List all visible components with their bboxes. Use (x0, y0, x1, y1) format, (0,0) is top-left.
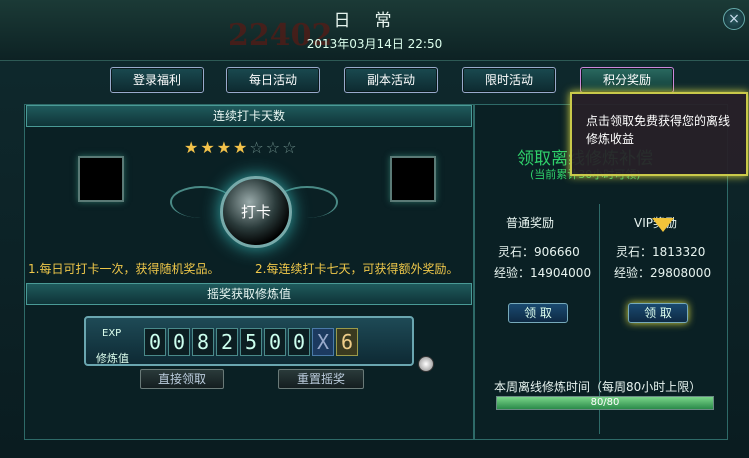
tab-points-reward[interactable]: 积分奖励 (580, 67, 674, 93)
vip-stone: 灵石：1813320 (616, 245, 706, 259)
weekly-time-label: 本周离线修炼时间（每周80小时上限） (494, 380, 702, 394)
daily-window: 22402 日常 2013年03月14日 22:50 × 登录福利 每日活动 副… (0, 0, 749, 458)
normal-stone: 灵石：906660 (498, 245, 580, 259)
tab-limited-activity[interactable]: 限时活动 (462, 67, 556, 93)
exp-digit: 5 (240, 328, 262, 356)
normal-reward-title: 普通奖励 (506, 216, 555, 230)
cultivation-label: 修炼值 (96, 352, 129, 365)
tab-daily-activity[interactable]: 每日活动 (226, 67, 320, 93)
vip-claim-button[interactable]: 领 取 (628, 303, 688, 323)
multiplier-sign: X (312, 328, 334, 356)
exp-slot-machine: EXP 修炼值 0 0 8 2 5 0 0 X 6 (84, 316, 414, 366)
star-icon: ★ (216, 138, 234, 157)
star-icon: ★ (200, 138, 217, 157)
lever-handle-icon[interactable] (418, 356, 434, 372)
progress-text: 80/80 (590, 397, 620, 408)
datetime-label: 2013年03月14日 22:50 (306, 37, 443, 51)
exp-digit: 2 (216, 328, 238, 356)
normal-exp: 经验：14904000 (494, 266, 592, 280)
reward-slot-left[interactable] (78, 156, 124, 202)
title-bar: 22402 日常 2013年03月14日 22:50 × (0, 0, 749, 61)
down-arrow-icon (652, 218, 674, 232)
reset-lottery-button[interactable]: 重置摇奖 (278, 369, 364, 389)
exp-digit: 0 (288, 328, 310, 356)
checkin-tip-1: 1.每日可打卡一次，获得随机奖品。 (28, 262, 220, 276)
star-empty-icon: ☆ (249, 138, 266, 157)
claim-tooltip: 点击领取免费获得您的离线修炼收益 (570, 92, 748, 176)
close-icon[interactable]: × (723, 8, 745, 30)
checkin-button[interactable]: 打卡 (220, 176, 292, 248)
lottery-header: 摇奖获取修炼值 (26, 283, 472, 305)
exp-digit: 0 (168, 328, 190, 356)
multiplier-value: 6 (336, 328, 358, 356)
exp-digit: 0 (144, 328, 166, 356)
star-icon: ★ (233, 138, 250, 157)
normal-claim-button[interactable]: 领 取 (508, 303, 568, 323)
vip-exp: 经验：29808000 (614, 266, 712, 280)
weekly-progress-bar: 80/80 (496, 396, 714, 410)
claim-directly-button[interactable]: 直接领取 (140, 369, 224, 389)
checkin-tip-2: 2.每连续打卡七天，可获得额外奖励。 (255, 262, 459, 276)
exp-digit: 0 (264, 328, 286, 356)
exp-label: EXP (102, 328, 122, 339)
tab-login-bonus[interactable]: 登录福利 (110, 67, 204, 93)
star-icon: ★ (184, 138, 201, 157)
checkin-stars: ★★★★☆☆☆ (184, 138, 298, 157)
window-title: 日常 (333, 11, 416, 31)
star-empty-icon: ☆ (265, 138, 283, 157)
exp-digit: 8 (192, 328, 214, 356)
tab-dungeon-activity[interactable]: 副本活动 (344, 67, 438, 93)
reward-slot-right[interactable] (390, 156, 436, 202)
checkin-header: 连续打卡天数 (26, 105, 472, 127)
star-empty-icon: ☆ (282, 138, 299, 157)
